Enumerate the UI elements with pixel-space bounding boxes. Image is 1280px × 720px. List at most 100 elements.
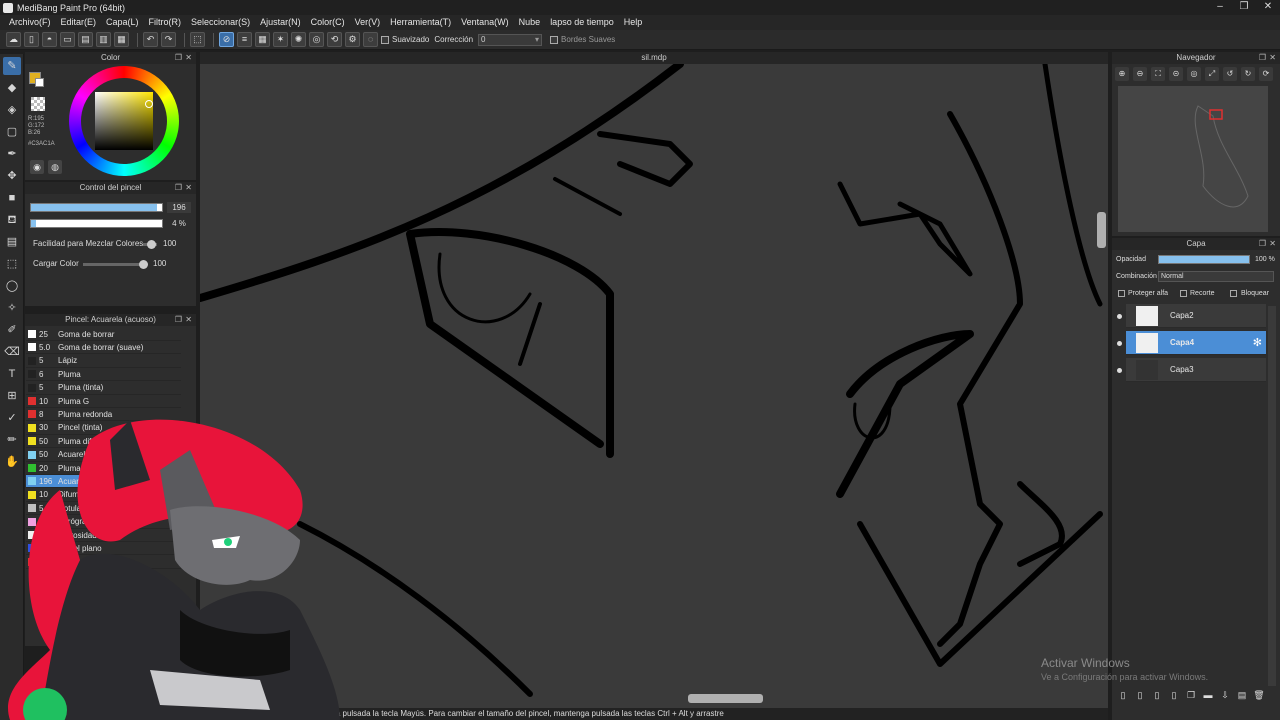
page-icon[interactable]: ▤ (78, 32, 93, 47)
select-pen-icon[interactable]: ✐ (3, 321, 21, 339)
close-panel-icon[interactable]: ✕ (185, 182, 192, 194)
menu-herramienta[interactable]: Herramienta(T) (385, 15, 456, 30)
select-eraser-icon[interactable]: ⌫ (3, 343, 21, 361)
float-icon[interactable]: ❐ (175, 52, 182, 64)
layer-list-scrollbar[interactable] (1268, 306, 1276, 686)
menu-ventana[interactable]: Ventana(W) (456, 15, 514, 30)
snap-settings-icon[interactable]: ⚙ (345, 32, 360, 47)
magic-wand-icon[interactable]: ✧ (3, 299, 21, 317)
menu-ver[interactable]: Ver(V) (350, 15, 386, 30)
saturation-value-square[interactable] (95, 92, 153, 150)
close-panel-icon[interactable]: ✕ (1269, 52, 1276, 64)
brush-list-item[interactable]: 10 Pluma G (26, 395, 181, 408)
undo-icon[interactable]: ↶ (143, 32, 158, 47)
zoom-out-icon[interactable]: ⊖ (1133, 67, 1147, 81)
page-manage-icon[interactable]: ▥ (96, 32, 111, 47)
lasso-tool-icon[interactable]: ◯ (3, 277, 21, 295)
lock-checkbox[interactable] (1230, 290, 1237, 297)
color-picker-cursor[interactable] (145, 100, 153, 108)
cloud-icon[interactable]: ☁ (6, 32, 21, 47)
brush-list-item[interactable]: 5.0 Goma de borrar (suave) (26, 341, 181, 355)
minimize-icon[interactable]: – (1208, 0, 1232, 15)
rotate-right-icon[interactable]: ↻ (1241, 67, 1255, 81)
text-tool-icon[interactable]: T (3, 365, 21, 383)
menu-help[interactable]: Help (619, 15, 648, 30)
brush-list-item[interactable]: 25 Goma de borrar (26, 328, 181, 341)
brush-opacity-slider[interactable] (30, 219, 163, 228)
new-file-icon[interactable]: ▯ (24, 32, 39, 47)
vertical-scrollbar[interactable] (1097, 212, 1106, 248)
menu-ajustar[interactable]: Ajustar(N) (255, 15, 306, 30)
menu-nube[interactable]: Nube (514, 15, 546, 30)
visibility-eye-icon[interactable] (1117, 314, 1122, 319)
brush-size-value[interactable]: 196 (167, 202, 191, 213)
merge-down-icon[interactable]: ⇩ (1218, 688, 1232, 702)
eraser-tool-icon[interactable]: ◆ (3, 79, 21, 97)
menu-editar[interactable]: Editar(E) (56, 15, 102, 30)
load-track[interactable] (83, 263, 147, 266)
navigator-viewport[interactable] (1209, 109, 1223, 120)
delete-layer-icon[interactable]: 🗑 (1252, 688, 1266, 702)
close-panel-icon[interactable]: ✕ (185, 52, 192, 64)
brush-tool-icon[interactable]: ✎ (3, 57, 21, 75)
float-icon[interactable]: ❐ (1259, 238, 1266, 250)
snap-vanish-icon[interactable]: ✶ (273, 32, 288, 47)
shape-tool-icon[interactable]: ▢ (3, 123, 21, 141)
brush-list-item[interactable]: 6 Pluma (26, 368, 181, 382)
menu-filtro[interactable]: Filtro(R) (144, 15, 187, 30)
new-1bit-layer-icon[interactable]: ▯ (1167, 688, 1181, 702)
layer-row-capa3[interactable]: Capa3 (1126, 358, 1266, 382)
pen-tool-icon[interactable]: ✒ (3, 145, 21, 163)
fit-icon[interactable]: ⛶ (1151, 67, 1165, 81)
fill-shape-icon[interactable]: ■ (3, 189, 21, 207)
brush-size-slider[interactable] (30, 203, 163, 212)
smoothing-checkbox[interactable] (381, 35, 389, 44)
snap-ellipse-icon[interactable]: ◌ (363, 32, 378, 47)
close-icon[interactable]: ✕ (1256, 0, 1280, 15)
new-layer-icon[interactable]: ▯ (1116, 688, 1130, 702)
canvas-tab[interactable]: sil.mdp (200, 52, 1108, 64)
divide-tool-icon[interactable]: ⊞ (3, 387, 21, 405)
visibility-eye-icon[interactable] (1117, 368, 1122, 373)
layer-opacity-slider[interactable] (1158, 255, 1250, 264)
clip-checkbox[interactable] (1180, 290, 1187, 297)
close-panel-icon[interactable]: ✕ (185, 314, 192, 326)
select-tool-icon[interactable]: ⬚ (3, 255, 21, 273)
hue-wheel[interactable] (69, 66, 179, 176)
load-knob[interactable] (139, 260, 148, 269)
protect-alpha-checkbox[interactable] (1118, 290, 1125, 297)
new-halftone-layer-icon[interactable]: ▯ (1133, 688, 1147, 702)
mix-knob[interactable] (147, 240, 156, 249)
float-icon[interactable]: ❐ (1259, 52, 1266, 64)
rotate-reset-icon[interactable]: ⟳ (1259, 67, 1273, 81)
menu-capa[interactable]: Capa(L) (101, 15, 144, 30)
transparent-swatch[interactable] (31, 97, 45, 111)
brush-list-item[interactable]: 5 Pluma (tinta) (26, 382, 181, 395)
bucket-tool-icon[interactable]: ⛾ (3, 211, 21, 229)
snap-parallel-icon[interactable]: ≡ (237, 32, 252, 47)
zoom-reset-icon[interactable]: ⊝ (1169, 67, 1183, 81)
zoom-in-icon[interactable]: ⊕ (1115, 67, 1129, 81)
menu-color[interactable]: Color(C) (306, 15, 350, 30)
snap-cross-icon[interactable]: ▦ (255, 32, 270, 47)
brush-list-item[interactable]: 5 Lápiz (26, 355, 181, 368)
eyedropper-small-icon[interactable]: ◍ (48, 160, 62, 174)
new-8bit-layer-icon[interactable]: ▯ (1150, 688, 1164, 702)
correction-select[interactable]: 0 (478, 33, 543, 46)
restore-icon[interactable]: ❐ (1232, 0, 1256, 15)
layer-settings-icon[interactable]: ✻ (1253, 336, 1262, 349)
snap-radial-icon[interactable]: ✺ (291, 32, 306, 47)
visibility-eye-icon[interactable] (1117, 341, 1122, 346)
snap-circle-icon[interactable]: ◎ (309, 32, 324, 47)
layer-row-capa4[interactable]: Capa4 ✻ (1126, 331, 1266, 355)
soft-edges-checkbox[interactable] (550, 35, 559, 44)
palette-icon[interactable]: ◉ (30, 160, 44, 174)
menu-archivo[interactable]: Archivo(F) (4, 15, 56, 30)
menu-seleccionar[interactable]: Seleccionar(S) (186, 15, 255, 30)
menu-lapso[interactable]: lapso de tiempo (545, 15, 619, 30)
rotate-left-icon[interactable]: ↺ (1223, 67, 1237, 81)
actual-size-icon[interactable]: ◎ (1187, 67, 1201, 81)
dot-eraser-icon[interactable]: ◈ (3, 101, 21, 119)
float-icon[interactable]: ❐ (175, 314, 182, 326)
horizontal-scrollbar[interactable] (688, 694, 763, 703)
